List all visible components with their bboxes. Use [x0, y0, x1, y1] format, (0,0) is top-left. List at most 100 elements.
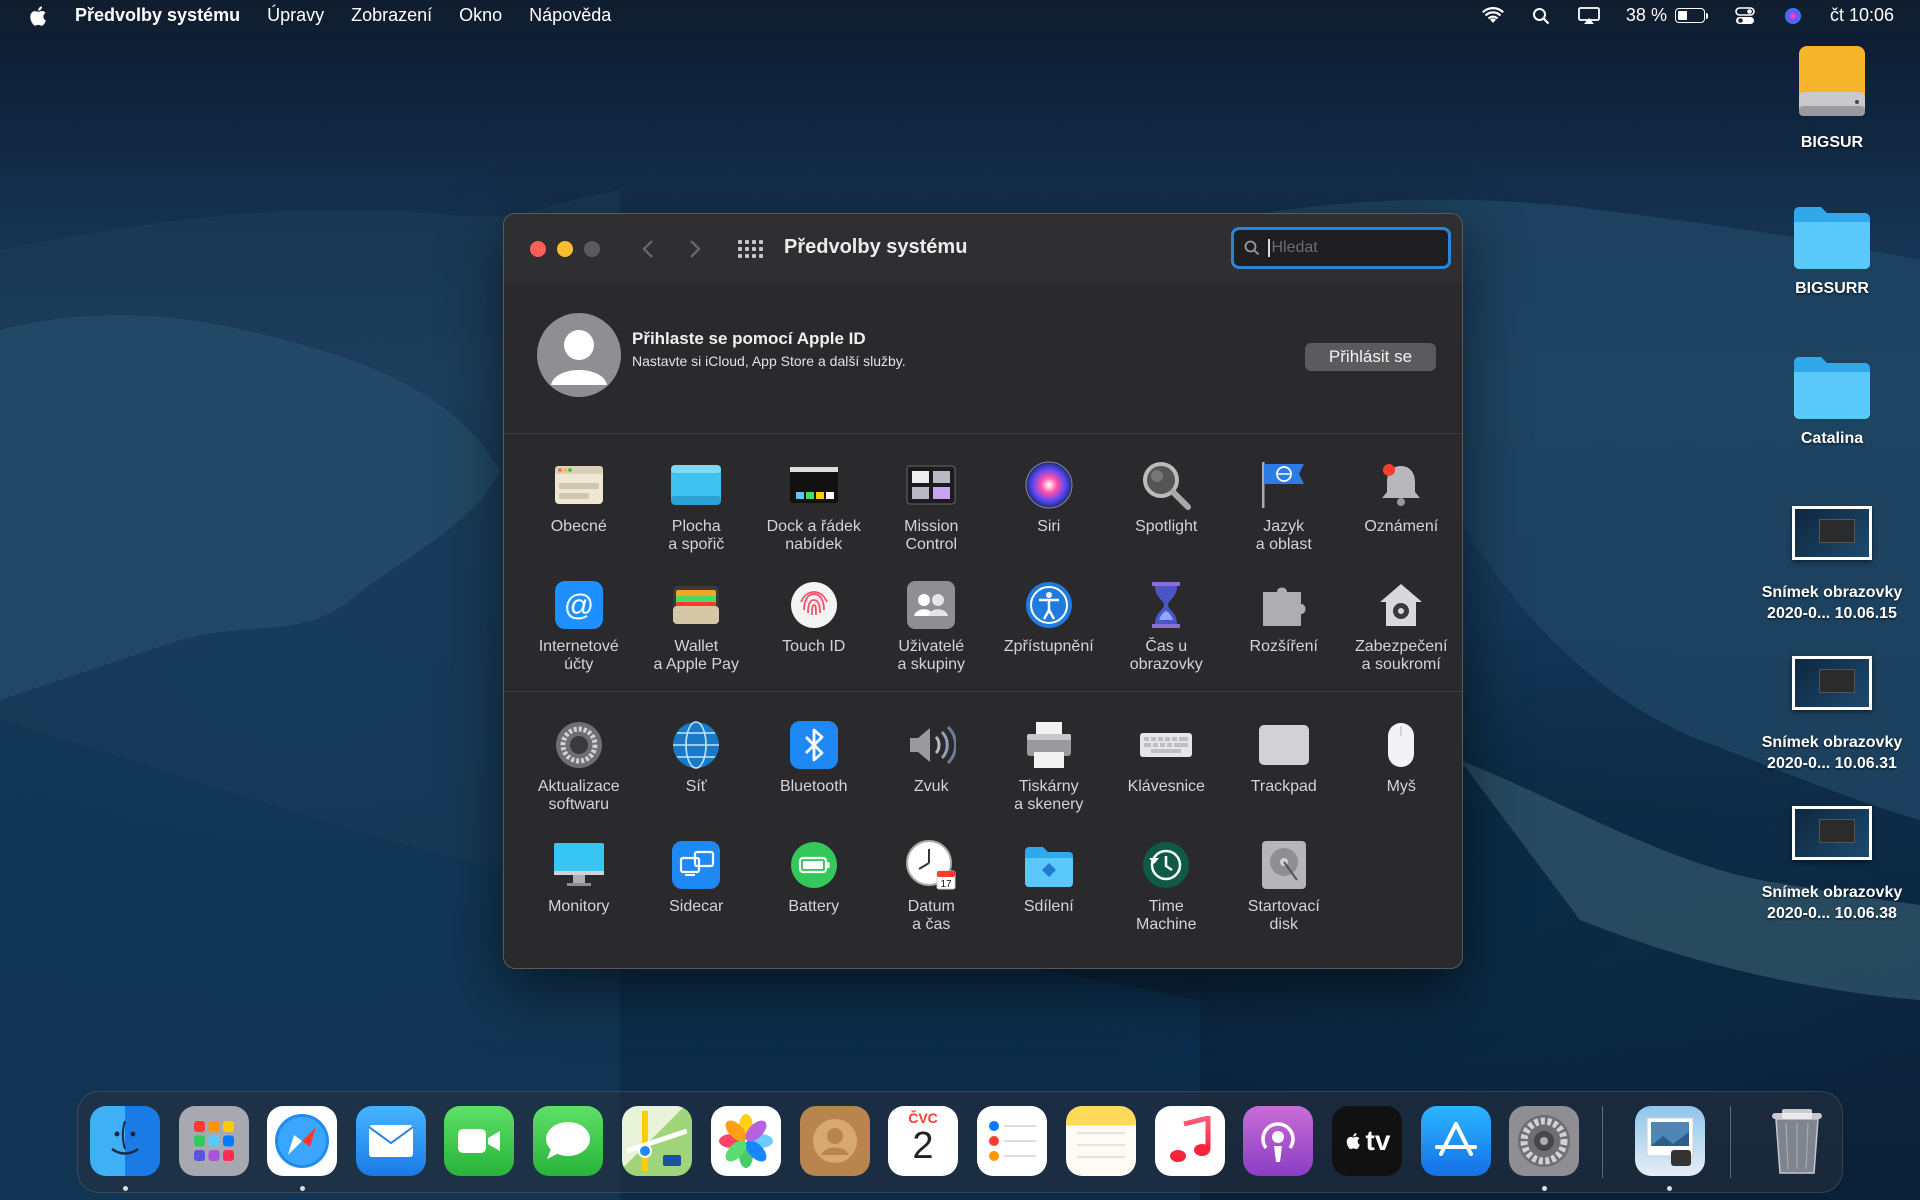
pref-extensions[interactable]: Rozšíření [1225, 578, 1343, 698]
pref-startup-disk[interactable]: Startovací disk [1225, 838, 1343, 958]
menu-edit[interactable]: Úpravy [267, 5, 324, 26]
menu-help[interactable]: Nápověda [529, 5, 611, 26]
pref-date-time[interactable]: 17 Datum a čas [873, 838, 991, 958]
back-chevron-icon[interactable] [636, 236, 660, 262]
software-update-icon [552, 718, 606, 772]
desktop-item-bigsur[interactable]: BIGSUR [1742, 44, 1920, 153]
airplay-icon[interactable] [1578, 5, 1600, 27]
desktop-item-screenshot-1[interactable]: Snímek obrazovky 2020-0... 10.06.15 [1742, 506, 1920, 624]
launchpad-icon[interactable] [179, 1106, 249, 1176]
pref-label: Siri [1037, 518, 1061, 535]
pref-label: Battery [788, 898, 840, 915]
pref-general[interactable]: Obecné [520, 458, 638, 578]
pref-dock-menubar[interactable]: Dock a řádek nabídek [755, 458, 873, 578]
show-all-grid-icon[interactable] [737, 237, 763, 261]
menu-app-name[interactable]: Předvolby systému [75, 5, 240, 26]
menu-bar: Předvolby systému Úpravy Zobrazení Okno … [0, 0, 1920, 31]
reminders-icon[interactable] [977, 1106, 1047, 1176]
avatar[interactable] [537, 313, 621, 397]
pref-accessibility[interactable]: Zpřístupnění [990, 578, 1108, 698]
podcasts-icon[interactable] [1243, 1106, 1313, 1176]
menu-view[interactable]: Zobrazení [351, 5, 432, 26]
control-center-icon[interactable] [1734, 5, 1756, 27]
pref-label: Wallet a Apple Pay [653, 638, 739, 673]
search-input[interactable] [1271, 239, 1432, 257]
pref-users-groups[interactable]: Uživatelé a skupiny [873, 578, 991, 698]
system-preferences-icon[interactable] [1509, 1106, 1579, 1176]
pref-battery[interactable]: Battery [755, 838, 873, 958]
pref-sound[interactable]: Zvuk [873, 718, 991, 838]
app-store-icon[interactable] [1421, 1106, 1491, 1176]
desktop-item-label: BIGSUR [1800, 134, 1864, 151]
pref-desktop-screensaver[interactable]: Plocha a spořič [638, 458, 756, 578]
pref-keyboard[interactable]: Klávesnice [1108, 718, 1226, 838]
pref-label: Touch ID [782, 638, 846, 655]
desktop-item-bigsurr[interactable]: BIGSURR [1742, 200, 1920, 299]
pref-label: Mission Control [904, 518, 959, 553]
pref-bluetooth[interactable]: Bluetooth [755, 718, 873, 838]
sidecar-icon [669, 838, 723, 892]
pref-label: Myš [1386, 778, 1416, 795]
battery-icon[interactable]: 38 % [1626, 5, 1708, 26]
forward-chevron-icon[interactable] [683, 236, 707, 262]
clock[interactable]: čt 10:06 [1830, 5, 1894, 26]
apple-tv-icon[interactable]: tv [1332, 1106, 1402, 1176]
spotlight-search-icon[interactable] [1530, 5, 1552, 27]
pref-spotlight[interactable]: Spotlight [1108, 458, 1226, 578]
zoom-window-button[interactable] [584, 241, 600, 257]
preview-icon[interactable] [1635, 1106, 1705, 1176]
time-machine-icon [1139, 838, 1193, 892]
facetime-icon[interactable] [444, 1106, 514, 1176]
system-preferences-running-indicator [1542, 1186, 1547, 1191]
pref-label: Zvuk [913, 778, 949, 795]
pref-label: Aktualizace softwaru [537, 778, 620, 813]
mail-icon[interactable] [356, 1106, 426, 1176]
pref-displays[interactable]: Monitory [520, 838, 638, 958]
pref-sidecar[interactable]: Sidecar [638, 838, 756, 958]
desktop-item-screenshot-2[interactable]: Snímek obrazovky 2020-0... 10.06.31 [1742, 656, 1920, 774]
pref-mission-control[interactable]: Mission Control [873, 458, 991, 578]
pref-mouse[interactable]: Myš [1343, 718, 1461, 838]
music-icon[interactable] [1155, 1106, 1225, 1176]
minimize-window-button[interactable] [557, 241, 573, 257]
close-window-button[interactable] [530, 241, 546, 257]
pref-language-region[interactable]: Jazyk a oblast [1225, 458, 1343, 578]
pref-label: Zabezpečení a soukromí [1354, 638, 1448, 673]
pref-wallet[interactable]: Wallet a Apple Pay [638, 578, 756, 698]
pref-screen-time[interactable]: Čas u obrazovky [1108, 578, 1226, 698]
apple-id-banner: Přihlaste se pomocí Apple ID Nastavte si… [504, 283, 1462, 434]
pref-notifications[interactable]: Oznámení [1343, 458, 1461, 578]
mission-control-icon [904, 458, 958, 512]
apple-logo-icon[interactable] [27, 4, 51, 28]
notes-icon[interactable] [1066, 1106, 1136, 1176]
pref-internet-accounts[interactable]: @ Internetové účty [520, 578, 638, 698]
pref-time-machine[interactable]: Time Machine [1108, 838, 1226, 958]
contacts-icon[interactable] [800, 1106, 870, 1176]
pref-sharing[interactable]: Sdílení [990, 838, 1108, 958]
wifi-icon[interactable] [1481, 5, 1504, 27]
pref-label: Uživatelé a skupiny [897, 638, 966, 673]
search-field[interactable] [1231, 227, 1451, 269]
sharing-icon [1022, 838, 1076, 892]
pref-software-update[interactable]: Aktualizace softwaru [520, 718, 638, 838]
trash-icon[interactable] [1762, 1106, 1832, 1176]
siri-icon[interactable] [1782, 5, 1804, 27]
pref-touch-id[interactable]: Touch ID [755, 578, 873, 698]
calendar-icon[interactable]: ČVC 2 [888, 1106, 958, 1176]
pref-siri[interactable]: Siri [990, 458, 1108, 578]
pref-trackpad[interactable]: Trackpad [1225, 718, 1343, 838]
pref-network[interactable]: Síť [638, 718, 756, 838]
pref-security-privacy[interactable]: Zabezpečení a soukromí [1343, 578, 1461, 698]
svg-text:17: 17 [941, 879, 953, 890]
maps-icon[interactable] [622, 1106, 692, 1176]
desktop-item-catalina[interactable]: Catalina [1742, 350, 1920, 449]
pref-printers-scanners[interactable]: Tiskárny a skenery [990, 718, 1108, 838]
sign-in-button[interactable]: Přihlásit se [1305, 343, 1436, 371]
menu-window[interactable]: Okno [459, 5, 502, 26]
messages-icon[interactable] [533, 1106, 603, 1176]
finder-icon[interactable] [90, 1106, 160, 1176]
safari-icon[interactable] [267, 1106, 337, 1176]
desktop-item-screenshot-3[interactable]: Snímek obrazovky 2020-0... 10.06.38 [1742, 806, 1920, 924]
trackpad-icon [1257, 718, 1311, 772]
photos-icon[interactable] [711, 1106, 781, 1176]
